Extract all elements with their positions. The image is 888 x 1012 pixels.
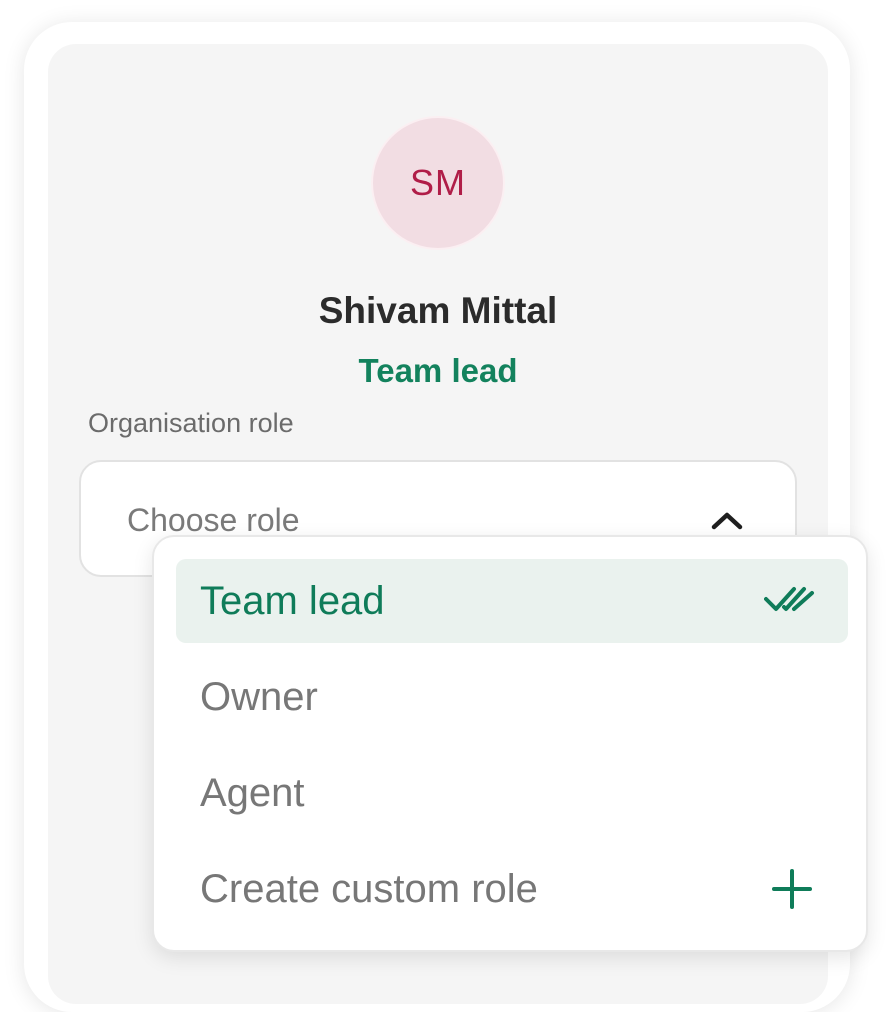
user-name: Shivam Mittal [318, 290, 558, 331]
role-option-owner[interactable]: Owner [176, 655, 848, 739]
organisation-role-label: Organisation role [88, 408, 294, 438]
role-option-agent[interactable]: Agent [176, 751, 848, 835]
role-option-label: Team lead [200, 579, 385, 623]
role-option-label: Owner [200, 675, 318, 719]
avatar: SM [371, 116, 505, 250]
double-check-icon [764, 587, 814, 611]
plus-icon[interactable] [772, 869, 812, 909]
role-select-placeholder: Choose role [127, 502, 300, 538]
role-option-label: Agent [200, 771, 305, 815]
role-option-team-lead[interactable]: Team lead [176, 559, 848, 643]
user-role: Team lead [358, 352, 518, 389]
chevron-up-icon[interactable] [709, 508, 745, 532]
create-custom-role-option[interactable]: Create custom role [176, 847, 848, 931]
role-dropdown-menu: Team lead Owner Agent Create custom role [152, 535, 868, 952]
role-option-label: Create custom role [200, 867, 538, 911]
